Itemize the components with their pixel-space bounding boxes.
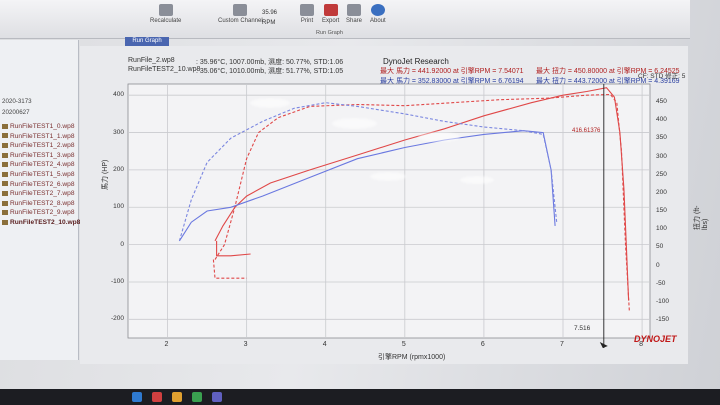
start-icon[interactable] xyxy=(132,392,142,402)
taskbar xyxy=(0,389,720,405)
screen-glare xyxy=(418,132,460,142)
y-right-tick-label: 100 xyxy=(656,225,667,233)
y-right-tick-label: 150 xyxy=(656,207,667,214)
y-right-tick-label: -150 xyxy=(656,316,670,323)
x-tick-label: 5 xyxy=(401,341,406,348)
x-axis-title: 引擎RPM (rpmx1000) xyxy=(378,354,446,361)
y-left-tick-label: 300 xyxy=(113,128,124,136)
x-tick-label: 6 xyxy=(480,341,485,348)
x-tick-label: 2 xyxy=(164,341,169,348)
y-right-tick-label: 300 xyxy=(656,152,667,160)
screen-glare xyxy=(332,118,377,129)
cursor-rpm-label: 7.516 xyxy=(574,325,591,332)
y-right-tick-label: 0 xyxy=(656,261,660,269)
screen-glare xyxy=(250,98,290,108)
x-tick-label: 7 xyxy=(560,341,564,348)
app-icon[interactable] xyxy=(212,392,222,402)
x-tick-label: 3 xyxy=(243,341,248,348)
x-tick-label: 4 xyxy=(322,341,327,348)
browser-icon[interactable] xyxy=(192,392,202,402)
y-axis-left-title: 馬力 (HP) xyxy=(102,159,109,190)
y-right-tick-label: 50 xyxy=(656,243,664,251)
y-right-tick-label: 200 xyxy=(656,188,667,196)
y-right-tick-label: 400 xyxy=(656,116,667,124)
y-right-tick-label: 450 xyxy=(656,98,667,105)
screen-glare xyxy=(370,172,406,181)
folder-icon[interactable] xyxy=(172,392,182,402)
y-right-tick-label: -50 xyxy=(656,279,666,287)
y-right-tick-label: -100 xyxy=(656,297,670,305)
y-left-tick-label: -100 xyxy=(110,277,124,285)
y-left-tick-label: 0 xyxy=(120,240,124,248)
app-icon[interactable] xyxy=(152,392,162,402)
y-right-tick-label: 350 xyxy=(656,134,667,142)
y-axis-right-title: 扭力 (ft-lbs) xyxy=(694,205,709,231)
y-left-tick-label: 100 xyxy=(113,203,124,211)
screen-glare xyxy=(460,176,494,184)
app-window: Recalculate Custom Channel Print Export … xyxy=(0,0,720,405)
dynojet-logo: DYNOJET xyxy=(634,334,677,344)
y-left-tick-label: 400 xyxy=(113,91,124,99)
y-left-tick-label: -200 xyxy=(110,315,124,323)
y-right-tick-label: 250 xyxy=(656,170,667,178)
peak-annotation: 416.61376 xyxy=(572,128,601,134)
